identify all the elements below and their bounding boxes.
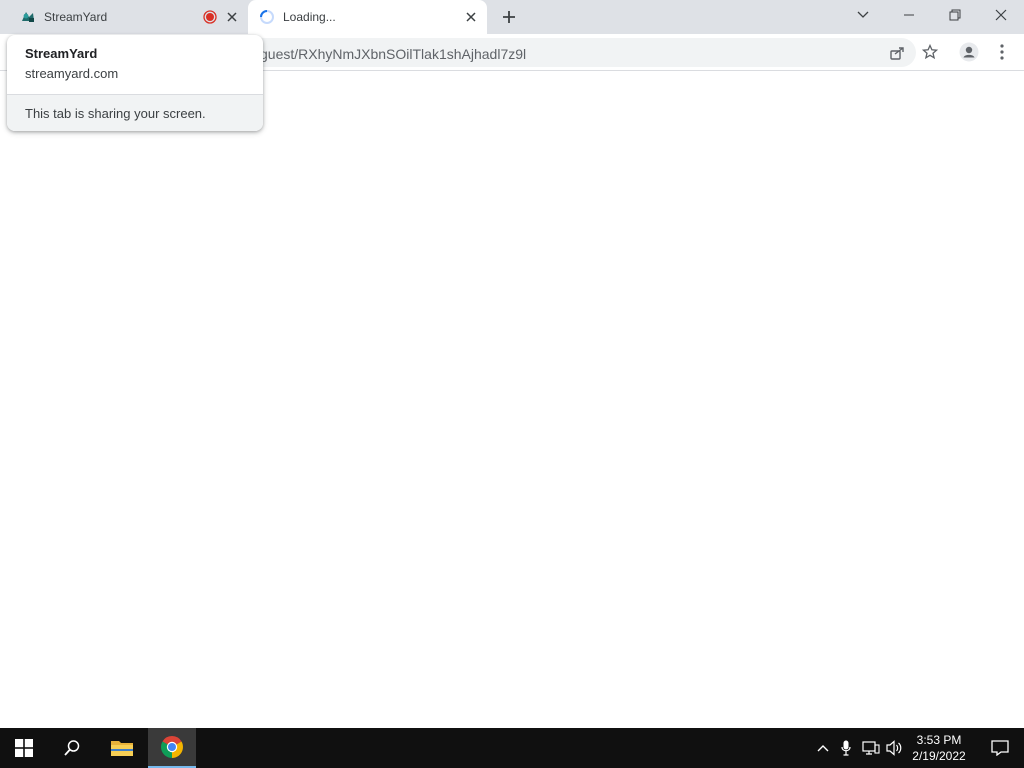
tab-hover-card: StreamYard streamyard.com This tab is sh… bbox=[7, 35, 263, 131]
network-icon[interactable] bbox=[860, 728, 882, 768]
clock-date: 2/19/2022 bbox=[912, 749, 966, 763]
chevron-up-icon bbox=[817, 745, 829, 752]
minimize-button[interactable] bbox=[886, 0, 932, 30]
streamyard-favicon-icon bbox=[20, 9, 36, 25]
tab-streamyard[interactable]: StreamYard bbox=[8, 0, 246, 34]
notification-icon bbox=[991, 740, 1009, 756]
restore-button[interactable] bbox=[932, 0, 978, 30]
windows-taskbar: 3:53 PM 2/19/2022 bbox=[0, 728, 1024, 768]
address-bar[interactable]: guest/RXhyNmJXbnSOilTlak1shAjhadl7z9l bbox=[150, 38, 916, 67]
close-tab-icon[interactable] bbox=[463, 9, 479, 25]
chrome-taskbar-button[interactable] bbox=[148, 728, 196, 768]
new-tab-button[interactable] bbox=[500, 8, 518, 26]
tab-strip: StreamYard Loading... bbox=[0, 0, 1024, 34]
close-tab-icon[interactable] bbox=[224, 9, 240, 25]
bookmark-star-icon[interactable] bbox=[921, 43, 939, 61]
loading-spinner-icon bbox=[259, 9, 275, 25]
more-menu-icon[interactable] bbox=[994, 43, 1010, 61]
hover-card-footer: This tab is sharing your screen. bbox=[7, 94, 263, 131]
file-explorer-button[interactable] bbox=[98, 728, 146, 768]
volume-icon[interactable] bbox=[884, 728, 906, 768]
tab-title: StreamYard bbox=[44, 10, 108, 24]
notifications-button[interactable] bbox=[976, 728, 1024, 768]
microphone-icon[interactable] bbox=[836, 728, 856, 768]
url-text[interactable]: guest/RXhyNmJXbnSOilTlak1shAjhadl7z9l bbox=[260, 46, 526, 62]
tab-loading[interactable]: Loading... bbox=[248, 0, 487, 34]
share-icon[interactable] bbox=[888, 44, 906, 62]
show-hidden-icons-button[interactable] bbox=[812, 728, 834, 768]
start-button[interactable] bbox=[0, 728, 48, 768]
hover-card-title: StreamYard bbox=[25, 46, 98, 61]
profile-avatar-icon[interactable] bbox=[959, 42, 979, 62]
screen-sharing-message: This tab is sharing your screen. bbox=[25, 106, 206, 121]
search-button[interactable] bbox=[48, 728, 96, 768]
recording-indicator-icon bbox=[202, 9, 218, 25]
taskbar-clock[interactable]: 3:53 PM 2/19/2022 bbox=[905, 732, 973, 764]
tab-search-button[interactable] bbox=[840, 0, 886, 30]
search-icon bbox=[64, 740, 80, 756]
folder-icon bbox=[111, 741, 133, 756]
hover-card-domain: streamyard.com bbox=[25, 66, 119, 81]
tab-title: Loading... bbox=[283, 10, 336, 24]
chrome-icon bbox=[161, 736, 183, 758]
clock-time: 3:53 PM bbox=[916, 733, 962, 747]
page-content bbox=[0, 71, 1024, 728]
close-window-button[interactable] bbox=[978, 0, 1024, 30]
windows-logo-icon bbox=[15, 739, 33, 757]
